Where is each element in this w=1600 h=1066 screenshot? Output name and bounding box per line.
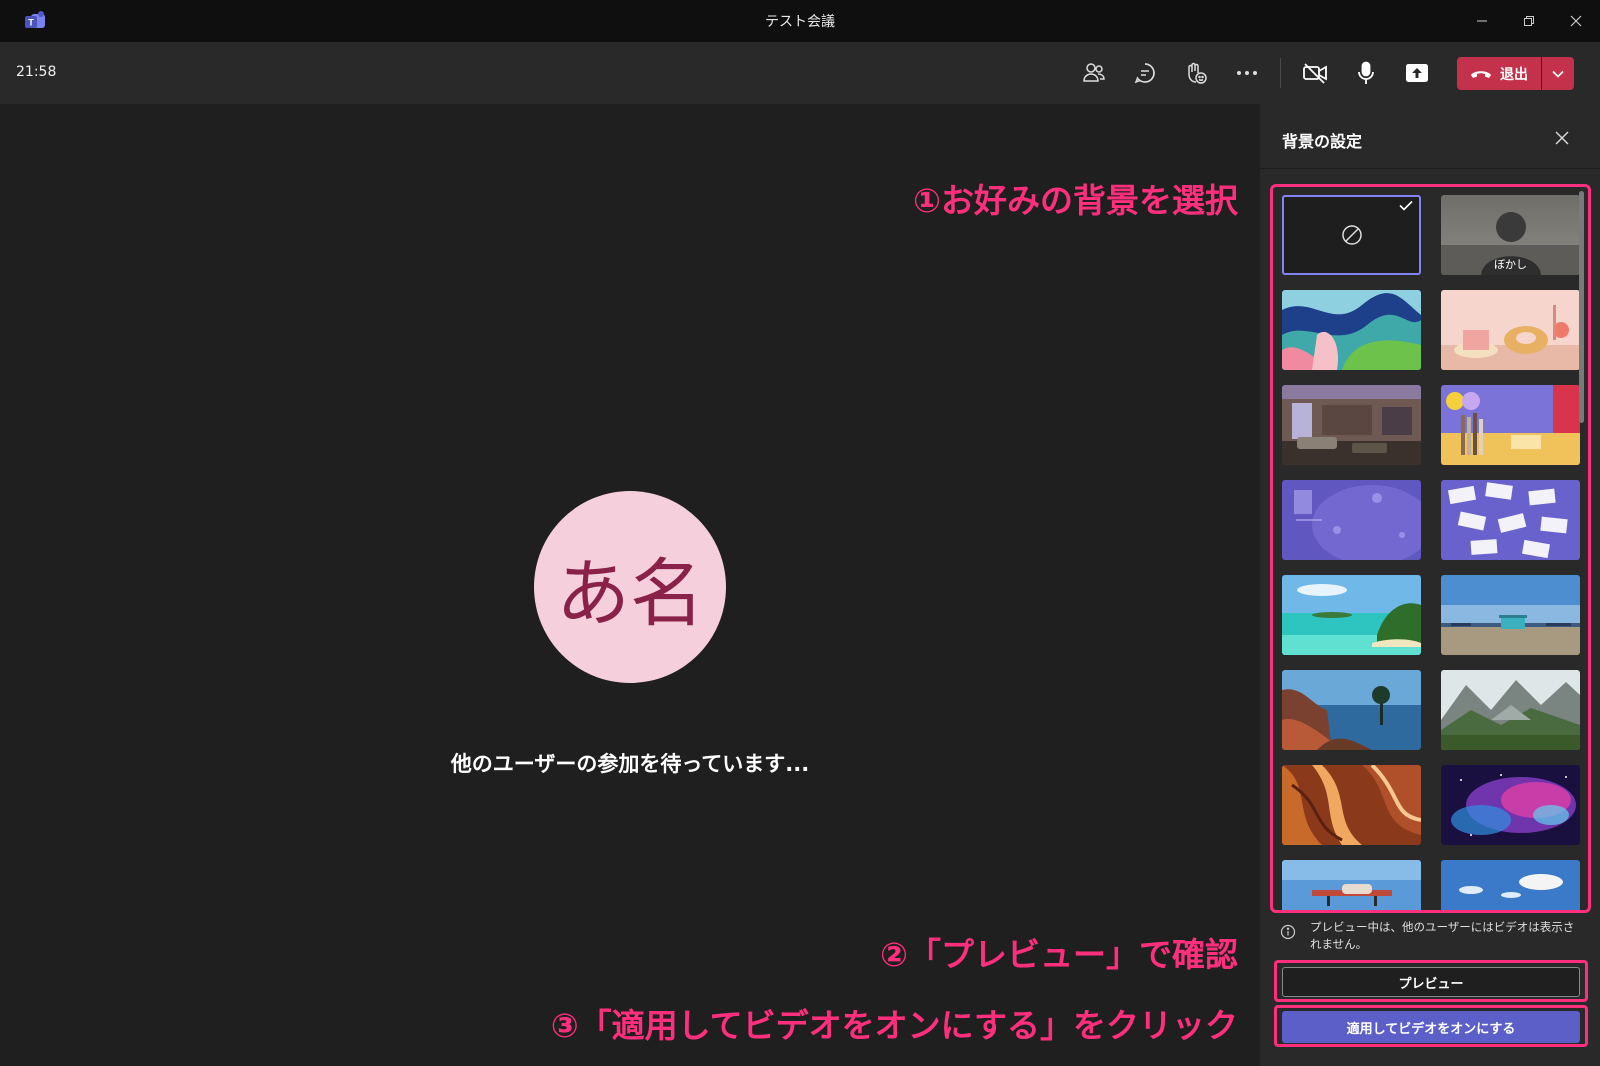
meeting-time: 21:58 (16, 64, 57, 80)
background-grid-scrollbar[interactable] (1579, 191, 1584, 423)
more-icon[interactable] (1231, 57, 1263, 89)
mic-icon[interactable] (1350, 57, 1382, 89)
background-living-room[interactable] (1282, 385, 1421, 465)
panel-title: 背景の設定 (1282, 132, 1363, 151)
background-blur[interactable]: ぼかし (1441, 195, 1580, 275)
share-screen-icon[interactable] (1401, 57, 1433, 89)
panel-divider (1260, 168, 1600, 169)
blur-label: ぼかし (1494, 258, 1527, 271)
apply-button-highlight: 適用してビデオをオンにする (1274, 1005, 1588, 1047)
annotation-step-3: ③「適用してビデオをオンにする」をクリック (550, 1006, 1238, 1045)
background-scattered-cards[interactable] (1441, 480, 1580, 560)
background-purple-texture[interactable] (1282, 480, 1421, 560)
background-sky-plane[interactable] (1282, 860, 1421, 910)
background-purple-shelves[interactable] (1441, 385, 1580, 465)
toolbar-divider (1280, 58, 1281, 88)
background-beach-pier[interactable] (1441, 575, 1580, 655)
preview-button-highlight: プレビュー (1274, 960, 1588, 1002)
leave-button[interactable]: 退出 (1457, 57, 1541, 90)
background-tropical-beach[interactable] (1282, 575, 1421, 655)
panel-close-icon[interactable] (1550, 126, 1574, 150)
background-blue-sky-clouds[interactable] (1441, 860, 1580, 910)
background-rocky-coast[interactable] (1282, 670, 1421, 750)
background-abstract-waves[interactable] (1282, 290, 1421, 370)
leave-label: 退出 (1500, 66, 1528, 83)
preview-button[interactable]: プレビュー (1282, 967, 1580, 997)
title-bar: T テスト会議 (0, 0, 1600, 42)
waiting-message: 他のユーザーの参加を待っています... (450, 752, 810, 776)
background-grid-highlight: ぼかし (1270, 184, 1591, 913)
chat-icon[interactable] (1129, 57, 1161, 89)
background-mountain-valley[interactable] (1441, 670, 1580, 750)
meeting-toolbar: 21:58 退出 (0, 42, 1600, 104)
people-icon[interactable] (1078, 57, 1110, 89)
leave-options-button[interactable] (1542, 57, 1574, 90)
restore-icon[interactable] (1517, 9, 1541, 33)
background-cake-scene[interactable] (1441, 290, 1580, 370)
react-icon[interactable] (1180, 57, 1212, 89)
window-close-icon[interactable] (1564, 9, 1588, 33)
minimize-icon[interactable] (1470, 9, 1494, 33)
avatar: あ名 (534, 491, 726, 683)
annotation-step-1: ①お好みの背景を選択 (913, 181, 1238, 220)
checkmark-icon (1399, 200, 1413, 211)
background-none[interactable] (1282, 195, 1421, 275)
camera-off-icon[interactable] (1299, 57, 1331, 89)
meeting-stage: ①お好みの背景を選択 あ名 他のユーザーの参加を待っています... ②「プレビュ… (0, 104, 1260, 1066)
no-background-icon (1341, 225, 1362, 245)
background-settings-panel: 背景の設定 ぼかし プレビュー中は、他のユーザーにはビデオは表示されません。 プ… (1260, 104, 1600, 1066)
hang-up-icon (1471, 70, 1491, 78)
apply-and-turn-on-video-button[interactable]: 適用してビデオをオンにする (1282, 1011, 1580, 1043)
annotation-step-2: ②「プレビュー」で確認 (880, 935, 1238, 974)
preview-info-text: プレビュー中は、他のユーザーにはビデオは表示されません。 (1310, 920, 1575, 951)
background-nebula[interactable] (1441, 765, 1580, 845)
info-icon (1280, 924, 1296, 940)
background-red-canyon[interactable] (1282, 765, 1421, 845)
chevron-down-icon (1552, 70, 1564, 78)
window-title: テスト会議 (765, 14, 835, 30)
